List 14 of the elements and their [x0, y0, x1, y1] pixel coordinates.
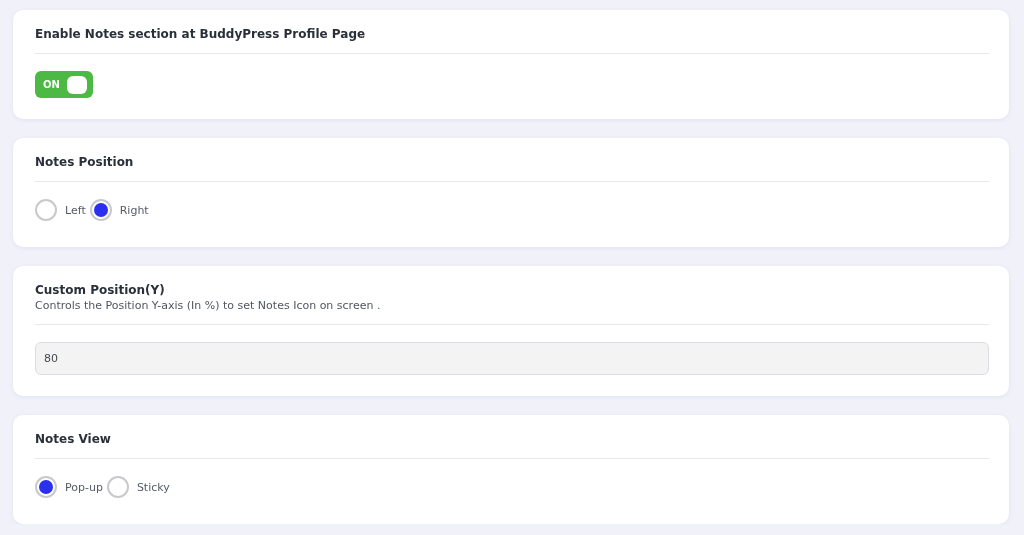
section-title: Custom Position(Y) — [35, 282, 166, 298]
section-description: Controls the Position Y-axis (In %) to set Notes Icon on screen . — [35, 299, 382, 313]
radio-label: Sticky — [136, 480, 170, 494]
radio-button[interactable] — [106, 476, 129, 498]
radio-button[interactable] — [35, 476, 57, 498]
section-title: Notes View — [35, 431, 112, 447]
radio-label: Right — [119, 203, 149, 217]
input-field[interactable]: 80 — [35, 342, 989, 375]
radio-button[interactable] — [89, 199, 112, 221]
radio-label: Left — [65, 203, 86, 217]
section-title: Notes Position — [35, 154, 135, 170]
radio-label: Pop-up — [65, 480, 103, 494]
section-title: Enable Notes section at BuddyPress Profile Page — [35, 26, 367, 42]
radio-button[interactable] — [35, 199, 57, 221]
